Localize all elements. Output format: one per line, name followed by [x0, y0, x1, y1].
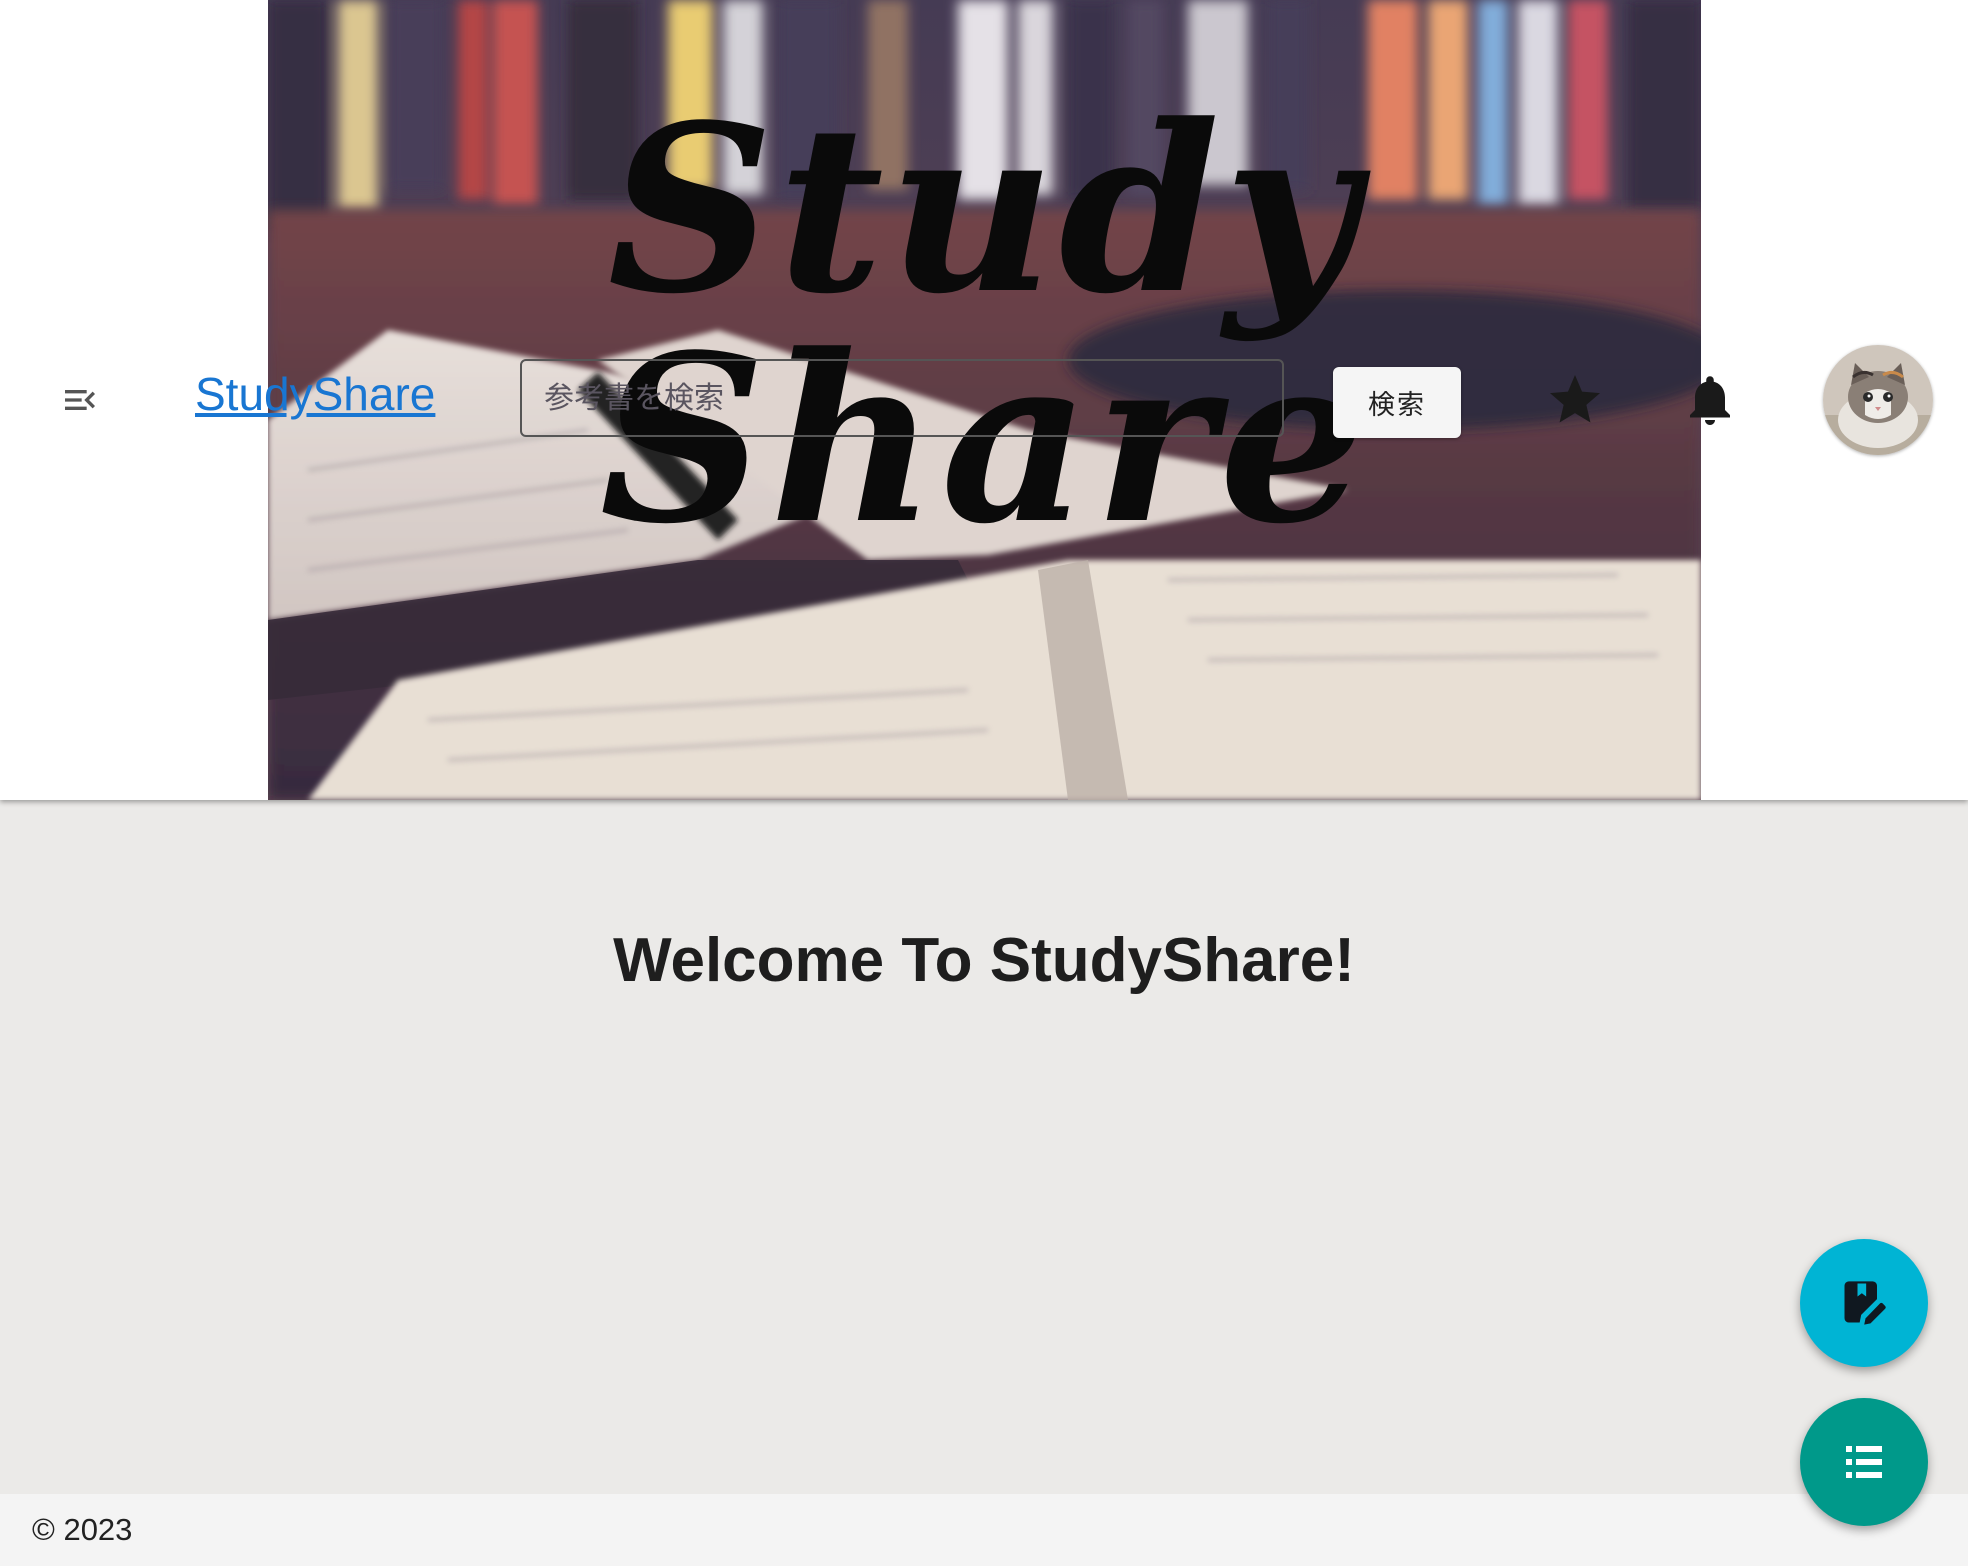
list-view-button[interactable]: [1800, 1398, 1928, 1526]
list-icon: [1846, 1446, 1882, 1478]
app-header: Study Share StudyShare 検索: [0, 0, 1968, 800]
search-input[interactable]: [520, 359, 1284, 437]
cat-avatar-icon: [1823, 345, 1933, 455]
bell-icon: [1690, 376, 1730, 425]
footer: © 2023: [0, 1494, 1968, 1566]
search-button[interactable]: 検索: [1333, 367, 1461, 438]
brand-link[interactable]: StudyShare: [195, 367, 435, 421]
star-icon: [1550, 375, 1600, 423]
toolbar: StudyShare 検索: [0, 340, 1968, 460]
menu-toggle-button[interactable]: [50, 370, 110, 430]
favorites-button[interactable]: [1545, 370, 1605, 430]
book-edit-icon: [1844, 1281, 1886, 1325]
copyright-text: © 2023: [32, 1512, 133, 1547]
menu-open-icon: [65, 390, 95, 410]
new-post-button[interactable]: [1800, 1239, 1928, 1367]
notifications-button[interactable]: [1680, 370, 1740, 430]
welcome-heading: Welcome To StudyShare!: [613, 926, 1355, 995]
avatar[interactable]: [1823, 345, 1933, 455]
banner-title: Study Share: [599, 75, 1370, 575]
